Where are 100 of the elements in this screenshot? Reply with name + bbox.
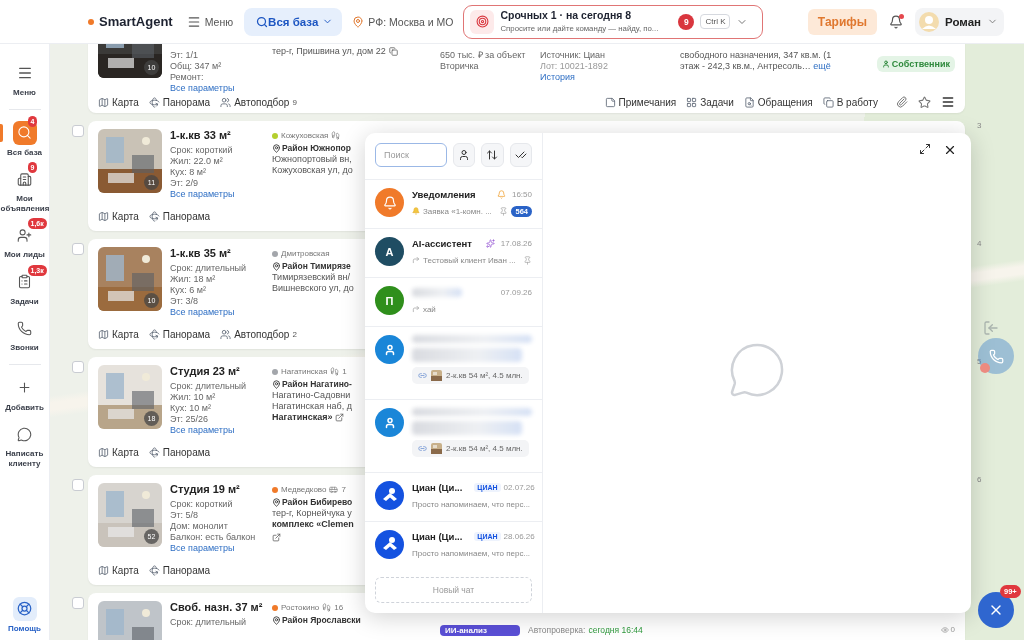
param-text: Жил: 22.0 м² bbox=[170, 156, 224, 167]
market-type: Вторичка bbox=[440, 61, 480, 72]
param-text: Дом: монолит bbox=[170, 521, 229, 532]
rotate-icon bbox=[148, 211, 160, 222]
person-filter-button[interactable] bbox=[453, 143, 476, 167]
param-text: Эт: 2/9 bbox=[170, 178, 200, 189]
param-text: Срок: длительный bbox=[170, 617, 248, 628]
action-button[interactable]: Панорама bbox=[148, 211, 211, 222]
metro-station: Дмитровская bbox=[281, 249, 330, 258]
district-name: Район Ярославски bbox=[272, 615, 362, 626]
row-checkbox[interactable] bbox=[72, 361, 84, 373]
listing-title: 1-к.кв 33 м² bbox=[170, 129, 232, 141]
close-button[interactable] bbox=[978, 592, 1014, 628]
database-button[interactable]: Вся база bbox=[244, 7, 343, 36]
complex-link[interactable]: Нагатинская» bbox=[272, 412, 333, 423]
chat-name: Циан (Ци... bbox=[412, 481, 463, 493]
action-button[interactable]: Задачи bbox=[686, 96, 734, 108]
params-link[interactable]: Все параметры bbox=[170, 307, 264, 318]
chat-time: 17.08.26 bbox=[500, 238, 532, 248]
param-text: Эт: 5/8 bbox=[170, 510, 200, 521]
message-preview: хай bbox=[423, 304, 436, 314]
bell-icon[interactable] bbox=[889, 14, 904, 29]
history-link[interactable]: История bbox=[540, 72, 672, 83]
params-link[interactable]: Все параметры bbox=[170, 425, 264, 436]
metro-station: Кожуховская bbox=[281, 131, 329, 140]
region-button[interactable]: РФ: Москва и МО bbox=[364, 11, 458, 32]
chat-item[interactable]: А AI-ассистент 17.08.26 Тестовый клиент Иван ... bbox=[365, 228, 542, 277]
person-icon bbox=[881, 60, 890, 68]
paperclip-icon[interactable] bbox=[896, 96, 908, 108]
menu-icon[interactable] bbox=[186, 14, 201, 29]
search-icon bbox=[17, 125, 32, 140]
sidebar-item[interactable]: Звонки bbox=[0, 311, 50, 358]
action-button[interactable]: Панорама bbox=[148, 96, 211, 108]
row-checkbox[interactable] bbox=[72, 125, 84, 137]
row-checkbox[interactable] bbox=[72, 479, 84, 491]
more-link[interactable]: ещё bbox=[813, 61, 831, 71]
action-button[interactable]: Примечания bbox=[604, 96, 677, 108]
rotate-icon bbox=[148, 96, 160, 108]
action-button[interactable]: Карта bbox=[98, 447, 139, 458]
params-link[interactable]: Все параметры bbox=[170, 189, 264, 200]
action-button[interactable]: Карта bbox=[98, 565, 139, 576]
action-button[interactable]: Автоподбор 9 bbox=[220, 96, 297, 108]
listing-title: Студия 19 м² bbox=[170, 483, 241, 495]
sort-button[interactable] bbox=[481, 143, 504, 167]
rotate-icon bbox=[148, 329, 160, 340]
lot-number: Лот: 10021-1892 bbox=[540, 61, 609, 72]
travel-minutes: 16 bbox=[334, 603, 344, 612]
walk-icon bbox=[322, 603, 332, 612]
menu-button[interactable]: Меню bbox=[0, 56, 50, 103]
row-checkbox[interactable] bbox=[72, 597, 84, 609]
action-button[interactable]: Карта bbox=[98, 211, 139, 222]
address-line: Нагатино-Садовни bbox=[272, 390, 352, 401]
row-number: 6 bbox=[976, 475, 983, 484]
user-button[interactable]: Роман bbox=[915, 7, 1004, 36]
logo: SmartAgent bbox=[99, 14, 173, 29]
sidebar-item[interactable]: Добавить bbox=[0, 370, 50, 417]
param-text: Жил: 18 м² bbox=[170, 274, 217, 285]
building-icon bbox=[17, 171, 32, 187]
chat-time: 28.06.26 bbox=[503, 531, 535, 541]
action-button[interactable]: Обращения bbox=[743, 96, 813, 108]
action-button[interactable]: В работу bbox=[822, 96, 878, 108]
params-link[interactable]: Все параметры bbox=[170, 83, 264, 94]
listing-title: Своб. назн. 37 м² bbox=[170, 601, 264, 613]
action-button[interactable]: Панорама bbox=[148, 565, 211, 576]
chat-item[interactable]: 2-к.кв 54 м², 4.5 млн. bbox=[365, 326, 542, 399]
listing-chip[interactable]: 2-к.кв 54 м², 4.5 млн. bbox=[412, 367, 529, 384]
map-icon bbox=[98, 211, 109, 222]
call-button[interactable] bbox=[978, 338, 1014, 374]
action-button[interactable]: Карта bbox=[98, 96, 139, 108]
complex-link[interactable]: комплекс «Clemen bbox=[272, 519, 354, 530]
action-button[interactable]: Панорама bbox=[148, 329, 211, 340]
expand-icon[interactable] bbox=[919, 143, 931, 155]
help-button[interactable]: Помощь bbox=[0, 591, 50, 638]
eye-icon bbox=[940, 625, 949, 634]
close-icon[interactable] bbox=[943, 143, 957, 157]
pin-icon bbox=[272, 262, 281, 271]
row-checkbox[interactable] bbox=[72, 243, 84, 255]
map-icon bbox=[98, 96, 109, 108]
sparkle-icon bbox=[485, 238, 495, 248]
link-icon bbox=[418, 371, 427, 380]
chat-time: 16:50 bbox=[511, 189, 532, 199]
search-field[interactable]: Поиск bbox=[375, 143, 447, 167]
menu-button[interactable]: Меню bbox=[200, 11, 238, 32]
menu-icon[interactable] bbox=[941, 95, 955, 109]
param-text: Срок: длительный bbox=[170, 263, 248, 274]
district-name: Район Южнопор bbox=[272, 143, 362, 154]
listing-chip[interactable]: 2-к.кв 54 м², 4.5 млн. bbox=[412, 440, 529, 457]
star-icon[interactable] bbox=[918, 95, 931, 109]
chat-item[interactable]: П 07.09.26 хай bbox=[365, 277, 542, 326]
person-plus-icon bbox=[17, 227, 32, 243]
params-link[interactable]: Все параметры bbox=[170, 543, 264, 554]
walk-icon bbox=[330, 367, 340, 376]
action-button[interactable]: Автоподбор 2 bbox=[220, 329, 297, 340]
action-button[interactable]: Панорама bbox=[148, 447, 211, 458]
chat-item[interactable]: 2-к.кв 54 м², 4.5 млн. bbox=[365, 399, 542, 472]
action-button[interactable]: Карта bbox=[98, 329, 139, 340]
ai-badge: ИИ-анализ bbox=[440, 625, 520, 636]
mark-read-button[interactable] bbox=[509, 143, 532, 167]
travel-minutes: 1 bbox=[342, 367, 347, 376]
sidebar-item[interactable]: Написать клиенту bbox=[0, 417, 50, 473]
